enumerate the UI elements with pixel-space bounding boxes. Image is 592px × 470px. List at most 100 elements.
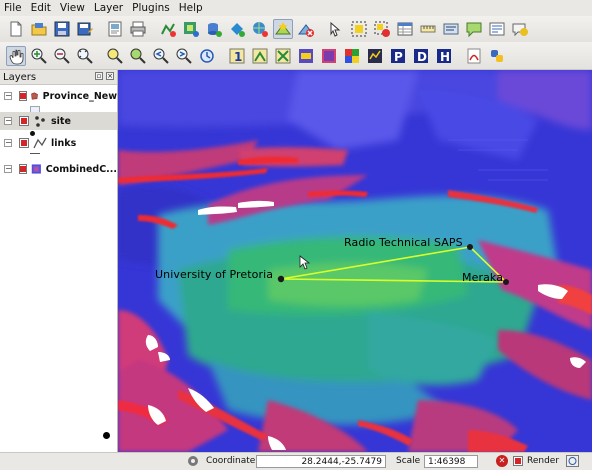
scale-field[interactable]: 1:46398 (424, 455, 478, 468)
plugin-1-letter: 1 (234, 50, 242, 64)
label-university: University of Pretoria (155, 268, 274, 281)
menu-file[interactable]: File (4, 2, 22, 14)
menu-bar: File Edit View Layer Plugins Help (0, 0, 592, 16)
raster-layer-icon (31, 164, 41, 174)
scale-label: Scale (396, 456, 421, 466)
point-layer-icon (35, 116, 45, 127)
layer-label: Province_New (42, 90, 117, 102)
open-project-icon[interactable] (29, 19, 49, 39)
layer-visibility-checkbox[interactable] (19, 164, 28, 174)
deselect-icon[interactable] (372, 19, 392, 39)
label-meraka: Meraka (462, 271, 504, 284)
layer-visibility-checkbox[interactable] (19, 91, 27, 101)
layers-panel: Layers ▫ × − Province_New − site − links… (0, 70, 118, 452)
expand-icon[interactable]: − (4, 165, 12, 173)
bookmark-icon[interactable] (487, 19, 507, 39)
legend-line-symbol (30, 153, 40, 154)
identify-icon[interactable] (441, 19, 461, 39)
plugin-h-letter: H (440, 50, 450, 64)
plugin-5-icon[interactable] (319, 46, 339, 66)
layer-item-combined[interactable]: − CombinedC... (0, 160, 117, 178)
add-postgis-icon[interactable] (204, 19, 224, 39)
projection-icon[interactable] (566, 455, 579, 467)
layer-visibility-checkbox[interactable] (19, 138, 29, 148)
add-raster-layer-icon[interactable] (181, 19, 201, 39)
zoom-selection-icon[interactable] (105, 46, 125, 66)
new-layer-icon[interactable] (273, 19, 293, 39)
menu-layer[interactable]: Layer (94, 2, 123, 14)
plugin-d-letter: D (417, 50, 427, 64)
expand-icon[interactable]: − (4, 139, 12, 147)
site-meraka-point[interactable] (503, 279, 509, 285)
site-radio-point[interactable] (467, 244, 473, 250)
file-toolbar (0, 16, 592, 42)
refresh-icon[interactable] (197, 46, 217, 66)
polygon-layer-icon (31, 92, 38, 100)
plugin-p-icon[interactable]: P (388, 46, 408, 66)
plugin-1-icon[interactable]: 1 (227, 46, 247, 66)
map-tips-icon[interactable] (464, 19, 484, 39)
menu-edit[interactable]: Edit (31, 2, 51, 14)
coordinate-capture-icon[interactable] (187, 455, 199, 467)
zoom-out-icon[interactable] (52, 46, 72, 66)
plugin-4-icon[interactable] (296, 46, 316, 66)
mouse-cursor-icon (299, 255, 311, 270)
measure-icon[interactable] (418, 19, 438, 39)
float-panel-icon[interactable]: ▫ (95, 72, 103, 80)
expand-icon[interactable]: − (4, 117, 12, 125)
layer-visibility-checkbox[interactable] (19, 116, 29, 126)
plugin-p-letter: P (394, 50, 403, 64)
links-layer (277, 244, 509, 285)
line-layer-icon (33, 137, 47, 149)
zoom-in-icon[interactable] (29, 46, 49, 66)
remove-layer-icon[interactable] (296, 19, 316, 39)
plugin-3-icon[interactable] (273, 46, 293, 66)
plugin-7-icon[interactable] (365, 46, 385, 66)
attribute-table-icon[interactable] (395, 19, 415, 39)
zoom-next-icon[interactable] (174, 46, 194, 66)
layers-panel-header: Layers ▫ × (0, 70, 117, 85)
overview-marker (103, 432, 110, 439)
layer-item-links[interactable]: − links (0, 134, 117, 152)
zoom-layer-icon[interactable] (128, 46, 148, 66)
site-university-point[interactable] (277, 275, 285, 283)
zoom-full-icon[interactable] (75, 46, 95, 66)
map-canvas[interactable]: University of Pretoria Radio Technical S… (118, 70, 592, 452)
select-features-icon[interactable] (349, 19, 369, 39)
new-project-icon[interactable] (6, 19, 26, 39)
add-spatialite-icon[interactable] (227, 19, 247, 39)
python-icon[interactable] (487, 46, 507, 66)
layers-panel-title: Layers (3, 71, 37, 83)
layer-item-site[interactable]: − site (0, 112, 117, 130)
plugin-h-icon[interactable]: H (434, 46, 454, 66)
layer-label: site (51, 115, 71, 127)
stop-render-icon[interactable]: ✕ (496, 455, 508, 467)
expand-icon[interactable]: − (4, 92, 12, 100)
menu-help[interactable]: Help (179, 2, 203, 14)
capture-point-icon[interactable] (326, 19, 346, 39)
plugin-2-icon[interactable] (250, 46, 270, 66)
coordinate-label: Coordinate: (206, 456, 259, 466)
help-icon[interactable] (510, 19, 530, 39)
save-project-icon[interactable] (52, 19, 72, 39)
pdf-icon[interactable] (464, 46, 484, 66)
coordinate-field[interactable]: 28.2444,-25.7479 (256, 455, 386, 468)
menu-plugins[interactable]: Plugins (132, 2, 170, 14)
render-checkbox[interactable] (513, 456, 523, 466)
map-navigation-toolbar: 1 P D H (0, 42, 592, 70)
print-composer-icon[interactable] (105, 19, 125, 39)
layer-label: CombinedC... (45, 163, 117, 175)
plugin-6-icon[interactable] (342, 46, 362, 66)
close-panel-icon[interactable]: × (106, 72, 114, 80)
save-as-icon[interactable] (75, 19, 95, 39)
zoom-last-icon[interactable] (151, 46, 171, 66)
menu-view[interactable]: View (60, 2, 85, 14)
layer-item-province[interactable]: − Province_New (0, 87, 117, 105)
add-vector-layer-icon[interactable] (158, 19, 178, 39)
print-icon[interactable] (128, 19, 148, 39)
plugin-d-icon[interactable]: D (411, 46, 431, 66)
render-label: Render (527, 456, 560, 466)
pan-icon[interactable] (6, 45, 26, 66)
status-bar: Coordinate: 28.2444,-25.7479 Scale 1:463… (0, 452, 592, 470)
add-wms-icon[interactable] (250, 19, 270, 39)
